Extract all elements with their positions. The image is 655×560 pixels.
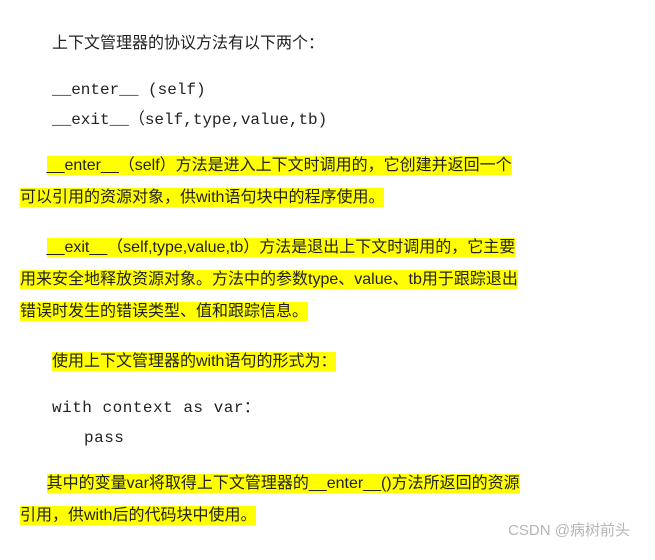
intro-text: 上下文管理器的协议方法有以下两个： [52, 35, 324, 52]
enter-description: __enter__（self）方法是进入上下文时调用的，它创建并返回一个 可以引… [20, 150, 635, 214]
exit-signature: __exit__（self,type,value,tb) [52, 108, 635, 132]
method-signatures: __enter__ (self) __exit__（self,type,valu… [52, 78, 635, 132]
var-desc-line1: 其中的变量var将取得上下文管理器的__enter__()方法所返回的资源 [47, 474, 520, 493]
exit-description: __exit__（self,type,value,tb）方法是退出上下文时调用的… [20, 232, 635, 328]
exit-desc-line3: 错误时发生的错误类型、值和跟踪信息。 [20, 302, 308, 321]
with-code-line2: pass [52, 426, 635, 450]
exit-desc-line1: __exit__（self,type,value,tb）方法是退出上下文时调用的… [47, 238, 516, 257]
with-code-line1: with context as var： [52, 396, 635, 420]
enter-desc-line1: __enter__（self）方法是进入上下文时调用的，它创建并返回一个 [47, 156, 512, 175]
var-description: 其中的变量var将取得上下文管理器的__enter__()方法所返回的资源 引用… [20, 468, 635, 532]
var-desc-line2: 引用，供with后的代码块中使用。 [20, 506, 256, 525]
enter-signature: __enter__ (self) [52, 78, 635, 102]
intro-paragraph: 上下文管理器的协议方法有以下两个： [20, 28, 635, 60]
with-code-block: with context as var： pass [52, 396, 635, 450]
exit-desc-line2: 用来安全地释放资源对象。方法中的参数type、value、tb用于跟踪退出 [20, 270, 518, 289]
with-intro-text: 使用上下文管理器的with语句的形式为： [52, 352, 336, 371]
with-intro: 使用上下文管理器的with语句的形式为： [20, 346, 635, 378]
enter-desc-line2: 可以引用的资源对象，供with语句块中的程序使用。 [20, 188, 384, 207]
